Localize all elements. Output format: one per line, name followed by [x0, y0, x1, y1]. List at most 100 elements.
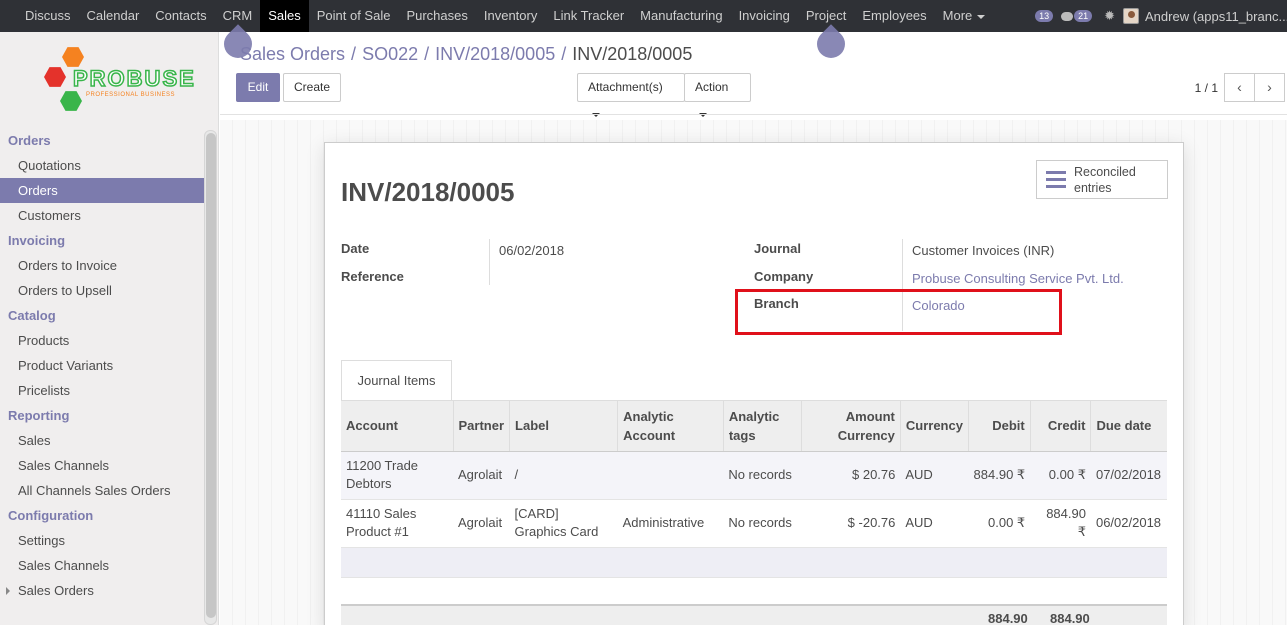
form-sheet: Reconciled entries INV/2018/0005 Date 06…: [324, 142, 1184, 625]
debit-cell: 0.00 ₹: [968, 499, 1031, 548]
menu-item-link-tracker[interactable]: Link Tracker: [545, 0, 632, 32]
amount-currency-cell: $ 20.76: [801, 451, 901, 500]
journal-items-table: Account Partner Label Analytic Account A…: [341, 401, 1167, 578]
reconciled-entries-label: Reconciled entries: [1074, 165, 1136, 195]
sidebar-scroll-thumb[interactable]: [206, 133, 216, 618]
sidebar-item-sales[interactable]: Sales: [0, 428, 205, 453]
sidebar-item-sales-orders[interactable]: Sales Orders: [0, 578, 205, 603]
menu-item-inventory[interactable]: Inventory: [476, 0, 545, 32]
analytic-account-cell: Administrative: [617, 499, 724, 548]
table-row[interactable]: 41110 Sales Product #1 Agrolait [CARD] G…: [341, 499, 1167, 548]
app-menu: Discuss Calendar Contacts CRM Sales Point of …: [0, 0, 993, 32]
user-menu[interactable]: Andrew (apps11_branc...: [1145, 9, 1287, 24]
tab-journal-items[interactable]: Journal Items: [341, 360, 452, 401]
menu-item-discuss[interactable]: Discuss: [17, 0, 79, 32]
sidebar-item-label: Orders to Upsell: [18, 283, 112, 298]
activity-menu[interactable]: 13: [1035, 10, 1054, 22]
sidebar-item-label: Orders: [18, 183, 58, 198]
breadcrumb-item-invoice[interactable]: INV/2018/0005: [435, 44, 555, 64]
sidebar-item-orders-to-invoice[interactable]: Orders to Invoice: [0, 253, 205, 278]
total-debit: 884.90: [988, 611, 1028, 625]
pager-previous-button[interactable]: ‹: [1224, 73, 1255, 102]
amount-currency-cell: $ -20.76: [801, 499, 901, 548]
menu-item-point-of-sale[interactable]: Point of Sale: [309, 0, 399, 32]
sidebar-item-pricelists[interactable]: Pricelists: [0, 378, 205, 403]
currency-cell: AUD: [900, 451, 969, 500]
caret-right-icon: [6, 587, 10, 595]
sidebar-item-orders-to-upsell[interactable]: Orders to Upsell: [0, 278, 205, 303]
sidebar-item-label: Settings: [18, 533, 65, 548]
column-header[interactable]: Credit: [1029, 401, 1091, 452]
chat-count-badge: 21: [1074, 10, 1093, 22]
edit-button[interactable]: Edit: [236, 73, 280, 102]
invoice-title: INV/2018/0005: [341, 177, 515, 207]
sidebar-section-reporting: Reporting: [8, 408, 70, 423]
sidebar-item-sales-channels[interactable]: Sales Channels: [0, 453, 205, 478]
breadcrumb-item-sales-orders[interactable]: Sales Orders: [240, 44, 345, 64]
menu-item-invoicing[interactable]: Invoicing: [731, 0, 798, 32]
sidebar-section-configuration: Configuration: [8, 508, 94, 523]
pager-value: 1 / 1: [1194, 81, 1218, 95]
table-row-empty: [341, 547, 1167, 578]
pager-next-button[interactable]: ›: [1254, 73, 1285, 102]
field-divider: [489, 239, 490, 285]
account-cell: 11200 Trade Debtors: [341, 451, 453, 500]
breadcrumb-current: INV/2018/0005: [572, 44, 693, 64]
column-header[interactable]: Debit: [967, 401, 1031, 452]
sidebar-section-invoicing: Invoicing: [8, 233, 66, 248]
sidebar-item-label: Product Variants: [18, 358, 114, 373]
sidebar-section-catalog: Catalog: [8, 308, 56, 323]
column-header[interactable]: Account: [341, 401, 453, 452]
column-header[interactable]: Amount Currency: [801, 401, 901, 452]
sidebar-item-sales-channels[interactable]: Sales Channels: [0, 553, 205, 578]
attachments-dropdown[interactable]: Attachment(s): [577, 73, 685, 117]
company-link[interactable]: Probuse Consulting Service Pvt. Ltd.: [912, 271, 1124, 286]
menu-item-employees[interactable]: Employees: [854, 0, 934, 32]
debit-cell: 884.90 ₹: [968, 451, 1031, 500]
menu-item-manufacturing[interactable]: Manufacturing: [632, 0, 730, 32]
menu-item-more[interactable]: More: [935, 0, 994, 32]
sidebar-item-quotations[interactable]: Quotations: [0, 153, 205, 178]
column-header[interactable]: Currency: [899, 401, 969, 452]
breadcrumb-item-so[interactable]: SO022: [362, 44, 418, 64]
avatar[interactable]: [1123, 8, 1139, 24]
column-header[interactable]: Analytic tags: [722, 401, 802, 452]
label-cell: /: [509, 451, 618, 500]
messaging-menu[interactable]: 21: [1061, 10, 1093, 22]
column-header[interactable]: Label: [509, 401, 618, 452]
sidebar-item-label: Customers: [18, 208, 81, 223]
menu-item-contacts[interactable]: Contacts: [147, 0, 214, 32]
sidebar-item-product-variants[interactable]: Product Variants: [0, 353, 205, 378]
sidebar-section-orders: Orders: [8, 133, 51, 148]
sidebar-item-settings[interactable]: Settings: [0, 528, 205, 553]
sidebar-item-label: Products: [18, 333, 70, 348]
reconciled-entries-button[interactable]: Reconciled entries: [1036, 160, 1168, 199]
analytic-tags-cell: No records: [723, 499, 802, 548]
sidebar-item-label: Sales Channels: [18, 458, 110, 473]
top-navbar: Discuss Calendar Contacts CRM Sales Point of …: [0, 0, 1287, 32]
sidebar-item-customers[interactable]: Customers: [0, 203, 205, 228]
column-header[interactable]: Partner: [452, 401, 510, 452]
action-dropdown[interactable]: Action: [684, 73, 751, 117]
create-button[interactable]: Create: [283, 73, 341, 102]
sidebar-scrollbar[interactable]: [204, 130, 217, 625]
table-header-row: Account Partner Label Analytic Account A…: [341, 401, 1167, 452]
column-header[interactable]: Analytic Account: [617, 401, 724, 452]
menu-item-calendar[interactable]: Calendar: [79, 0, 148, 32]
menu-item-purchases[interactable]: Purchases: [398, 0, 475, 32]
sidebar-menu: Orders Quotations Orders Customers Invoicing…: [0, 128, 205, 603]
table-row[interactable]: 11200 Trade Debtors Agrolait / No record…: [341, 451, 1167, 500]
logo-brand: PROBUSE: [72, 65, 196, 92]
company-label: Company: [754, 269, 814, 284]
sidebar-item-orders[interactable]: Orders: [0, 178, 205, 203]
analytic-tags-cell: No records: [723, 451, 802, 500]
column-header[interactable]: Due date: [1090, 401, 1167, 452]
systray: 13 21 ✹ Andrew (apps11_branc...: [1035, 0, 1287, 32]
menu-item-sales[interactable]: Sales: [260, 0, 309, 32]
date-label: Date: [341, 241, 370, 256]
sidebar-item-products[interactable]: Products: [0, 328, 205, 353]
bug-icon[interactable]: ✹: [1104, 8, 1115, 24]
chevron-down-icon: [977, 14, 986, 19]
control-panel-divider: [220, 114, 1287, 115]
sidebar-item-all-channels-sales-orders[interactable]: All Channels Sales Orders: [0, 478, 205, 503]
